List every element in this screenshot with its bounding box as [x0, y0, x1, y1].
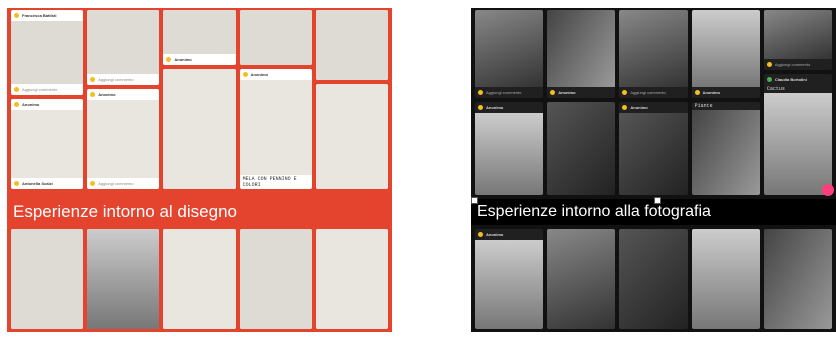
comment-link[interactable]: Aggiungi commento: [630, 90, 665, 95]
avatar: [766, 62, 772, 67]
photo-image: [619, 229, 688, 329]
avatar: [14, 87, 19, 92]
photo-image: [763, 229, 833, 329]
post-card[interactable]: Claudia Bortolini Cactus: [763, 74, 833, 195]
avatar: [14, 13, 19, 18]
drawing-image: [163, 10, 236, 54]
drawing-image: [315, 229, 389, 329]
post-card[interactable]: [315, 84, 389, 189]
comment-link[interactable]: Aggiungi commento: [98, 77, 133, 82]
post-card[interactable]: Anonimo: [163, 10, 236, 65]
post-card[interactable]: [547, 102, 616, 195]
drawing-board-screenshot: Francesca Battisti Aggiungi commento Ano…: [7, 8, 392, 332]
avatar: [766, 77, 772, 82]
drawing-image: [87, 100, 160, 178]
avatar: [14, 181, 19, 186]
avatar: [478, 232, 483, 237]
photo-grid-bottom: Anonimo: [471, 229, 836, 332]
drawing-image: [163, 69, 236, 189]
photo-grid-top: Aggiungi commento Anonimo Anonimo Aggiun…: [471, 10, 836, 195]
drawing-image: [87, 10, 160, 74]
photo-image: [547, 10, 616, 87]
avatar: [478, 90, 483, 95]
avatar: [242, 72, 248, 77]
post-author: Anonimo: [98, 92, 116, 97]
photo-image: [619, 113, 688, 195]
photo-image: [763, 10, 833, 59]
post-author: Claudia Bortolini: [774, 77, 807, 82]
post-author: Anonimo: [22, 102, 40, 107]
avatar: [14, 102, 19, 107]
avatar: [622, 90, 628, 95]
photo-image: [619, 10, 688, 87]
post-card[interactable]: Piante: [691, 102, 760, 195]
avatar: [90, 77, 96, 82]
avatar: [166, 57, 172, 62]
comment-link[interactable]: Aggiungi commento: [775, 62, 810, 67]
post-author: Antonella Scalzi: [22, 181, 53, 186]
drawing-image: [239, 10, 312, 65]
photo-caption: Piante: [694, 103, 713, 109]
post-card[interactable]: Francesca Battisti Aggiungi commento: [11, 10, 84, 95]
resize-handle[interactable]: [471, 197, 478, 204]
avatar: [478, 105, 483, 110]
post-card[interactable]: [315, 10, 389, 80]
post-author: Anonimo: [702, 90, 720, 95]
photography-board-screenshot: Aggiungi commento Anonimo Anonimo Aggiun…: [471, 8, 836, 332]
photo-image: [475, 10, 544, 87]
photo-image: [547, 229, 616, 329]
post-author: Anonimo: [174, 57, 192, 62]
drawing-caption: MELA CON PENNINO E COLORI: [242, 176, 297, 188]
comment-link[interactable]: Aggiungi commento: [22, 87, 57, 92]
drawing-image: [87, 229, 160, 329]
post-card[interactable]: Aggiungi commento: [87, 10, 160, 85]
comment-link[interactable]: Aggiungi commento: [486, 90, 521, 95]
post-author: Francesca Battisti: [22, 13, 57, 18]
resize-handle[interactable]: [654, 197, 661, 204]
post-card[interactable]: Anonimo: [475, 102, 544, 195]
photo-image: [763, 93, 833, 195]
drawing-image: [315, 84, 389, 189]
comment-link[interactable]: Aggiungi commento: [98, 181, 133, 186]
post-card[interactable]: Anonimo: [547, 10, 616, 98]
post-card[interactable]: Aggiungi commento: [475, 10, 544, 98]
add-post-button[interactable]: [822, 184, 834, 196]
drawing-grid-top: Francesca Battisti Aggiungi commento Ano…: [7, 10, 392, 195]
avatar: [622, 105, 628, 110]
post-card[interactable]: Anonimo MELA CON PENNINO E COLORI: [239, 69, 312, 189]
drawing-image: [11, 110, 84, 178]
drawing-image: [239, 229, 312, 329]
post-author: Anonimo: [558, 90, 576, 95]
avatar: [90, 181, 96, 186]
post-card[interactable]: [239, 10, 312, 65]
avatar: [694, 90, 700, 95]
post-author: Anonimo: [630, 105, 648, 110]
photo-image: [475, 240, 544, 329]
post-card[interactable]: [163, 69, 236, 189]
drawing-image: [315, 10, 389, 80]
post-card[interactable]: Aggiungi commento: [619, 10, 688, 98]
drawing-image: [11, 229, 84, 329]
post-card[interactable]: Aggiungi commento: [763, 10, 833, 70]
post-author: Anonimo: [486, 105, 504, 110]
photo-image: [691, 229, 760, 329]
avatar: [90, 92, 96, 97]
post-author: Anonimo: [486, 232, 504, 237]
post-author: Anonimo: [250, 72, 268, 77]
drawing-grid-bottom: [7, 229, 392, 332]
post-card[interactable]: Anonimo: [619, 102, 688, 195]
post-card[interactable]: Anonimo: [691, 10, 760, 98]
post-card[interactable]: Anonimo Antonella Scalzi: [11, 99, 84, 189]
photo-image: [691, 110, 760, 195]
photo-image: [475, 113, 544, 195]
photo-image: [547, 102, 616, 195]
drawing-image: [239, 80, 312, 175]
post-card[interactable]: Anonimo Aggiungi commento: [87, 89, 160, 189]
drawing-image: [163, 229, 236, 329]
avatar: [550, 90, 556, 95]
photo-image: [691, 10, 760, 87]
drawing-image: [11, 21, 84, 84]
photo-caption: Cactus: [766, 86, 785, 92]
section-title: Esperienze intorno al disegno: [7, 199, 392, 225]
